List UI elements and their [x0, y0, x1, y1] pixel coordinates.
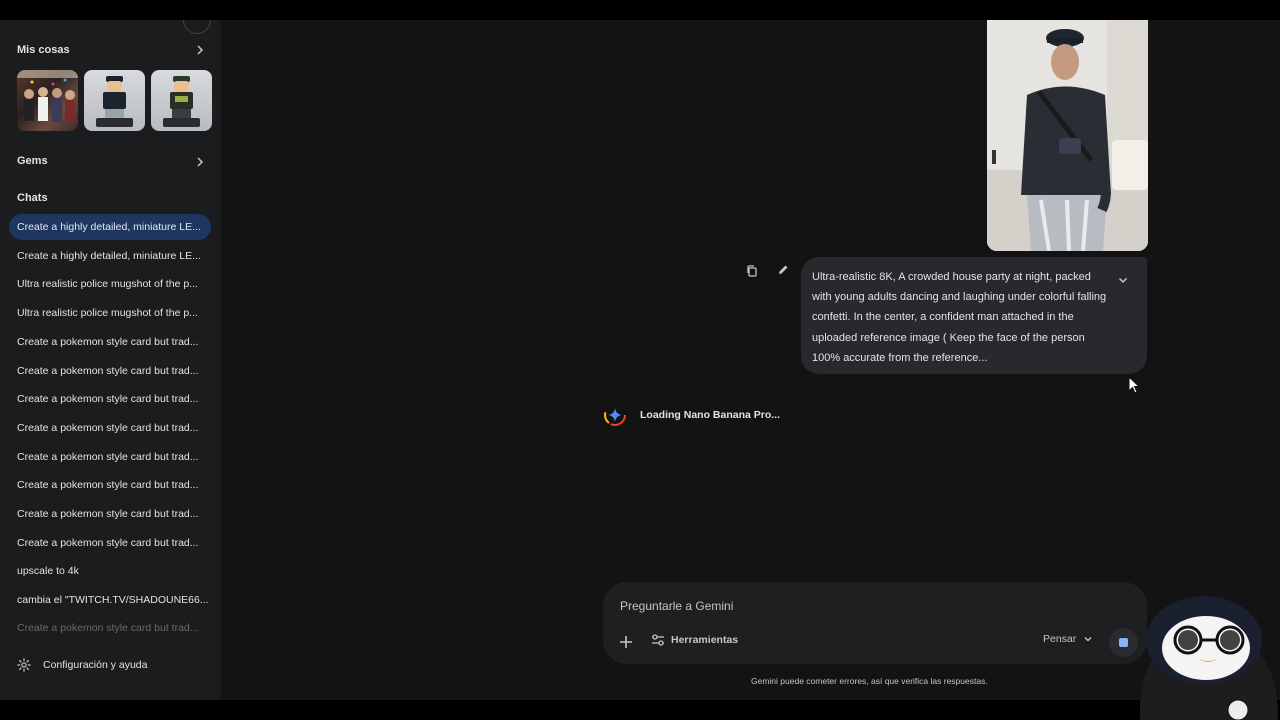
mode-selector[interactable]: Pensar	[1043, 633, 1094, 645]
tools-icon	[652, 634, 664, 646]
chat-item[interactable]: Create a pokemon style card but trad...	[9, 615, 211, 641]
chat-item[interactable]: Create a pokemon style card but trad...	[9, 415, 211, 441]
add-icon[interactable]	[617, 633, 635, 651]
gear-icon	[17, 658, 31, 672]
chevron-right-icon[interactable]	[194, 44, 206, 56]
chevron-down-icon	[1084, 637, 1092, 642]
uploaded-reference-image[interactable]	[987, 20, 1148, 251]
prompt-input-box[interactable]: Preguntarle a Gemini Herramientas Pensar	[603, 582, 1147, 664]
my-stuff-thumbnails	[17, 70, 212, 131]
loading-text: Loading Nano Banana Pro...	[640, 409, 781, 421]
user-message-text: Ultra-realistic 8K, A crowded house part…	[812, 271, 1107, 364]
tools-button[interactable]: Herramientas	[651, 633, 738, 647]
video-letterbox-bottom	[0, 700, 1280, 720]
edit-icon[interactable]	[776, 263, 790, 277]
thumbnail-party-image[interactable]	[17, 70, 78, 131]
gems-heading[interactable]: Gems	[17, 155, 48, 167]
thumbnail-lego-figure-1[interactable]	[84, 70, 145, 131]
chat-item[interactable]: Create a pokemon style card but trad...	[9, 472, 211, 498]
settings-label: Configuración y ayuda	[43, 659, 148, 671]
chat-item[interactable]: Create a pokemon style card but trad...	[9, 501, 211, 527]
chat-item[interactable]: Create a pokemon style card but trad...	[9, 444, 211, 470]
mouse-cursor-icon	[1128, 376, 1140, 394]
tools-label: Herramientas	[671, 634, 739, 646]
penguin-mascot-overlay	[1139, 596, 1278, 720]
chat-main: Ultra-realistic 8K, A crowded house part…	[221, 20, 1280, 700]
chat-item[interactable]: Create a pokemon style card but trad...	[9, 530, 211, 556]
settings-and-help[interactable]: Configuración y ayuda	[17, 656, 147, 674]
loading-indicator: Loading Nano Banana Pro...	[603, 403, 780, 427]
new-chat-icon[interactable]	[183, 20, 211, 34]
chat-item[interactable]: upscale to 4k	[9, 558, 211, 584]
chats-heading: Chats	[17, 192, 48, 204]
chat-item[interactable]: Create a pokemon style card but trad...	[9, 358, 211, 384]
chat-item[interactable]: Ultra realistic police mugshot of the p.…	[9, 300, 211, 326]
chat-item[interactable]: Create a pokemon style card but trad...	[9, 386, 211, 412]
prompt-input[interactable]: Preguntarle a Gemini	[620, 599, 733, 613]
my-stuff-heading[interactable]: Mis cosas	[17, 44, 70, 56]
stop-icon	[1119, 638, 1128, 647]
chevron-down-icon[interactable]	[1116, 273, 1130, 287]
video-letterbox-top	[0, 0, 1280, 20]
chevron-right-icon[interactable]	[194, 156, 206, 168]
chat-item[interactable]: Create a pokemon style card but trad...	[9, 329, 211, 355]
disclaimer-text: Gemini puede cometer errores, así que ve…	[751, 676, 988, 686]
chat-item[interactable]: Ultra realistic police mugshot of the p.…	[9, 271, 211, 297]
chat-item[interactable]: cambia el "TWITCH.TV/SHADOUNE66...	[9, 587, 211, 613]
gemini-spark-icon	[604, 404, 626, 426]
chat-item-active[interactable]: Create a highly detailed, miniature LE..…	[9, 214, 211, 240]
chat-item[interactable]: Create a highly detailed, miniature LE..…	[9, 243, 211, 269]
copy-icon[interactable]	[745, 264, 759, 278]
thumbnail-lego-figure-2[interactable]	[151, 70, 212, 131]
sidebar: Mis cosas Gems Chats Create a highly det…	[0, 20, 221, 700]
user-message-bubble: Ultra-realistic 8K, A crowded house part…	[801, 257, 1147, 374]
mode-label: Pensar	[1043, 633, 1077, 645]
